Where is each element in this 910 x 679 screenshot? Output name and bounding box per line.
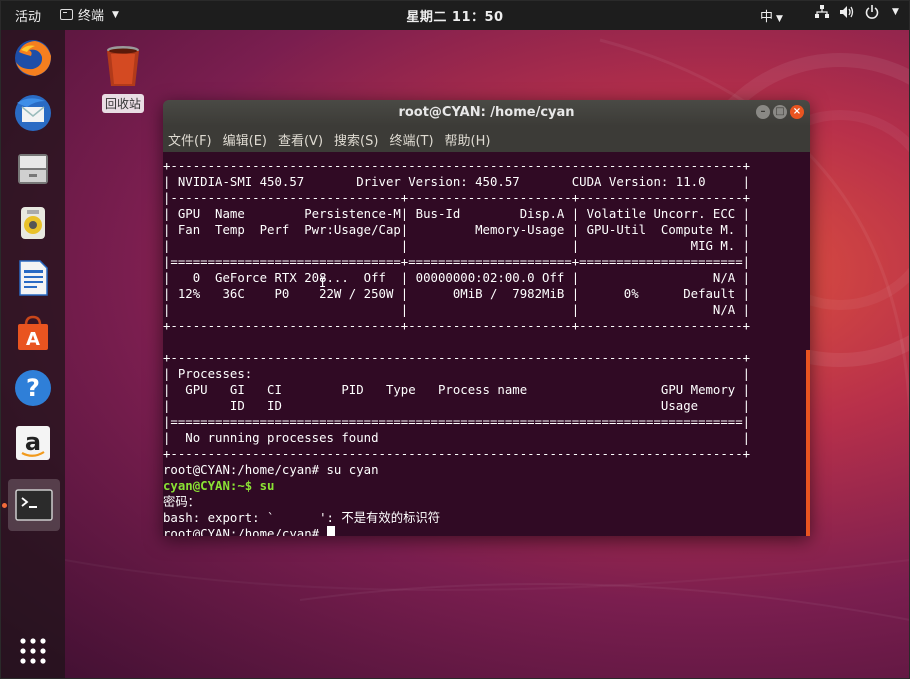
svg-text:a: a	[25, 428, 41, 456]
minimize-button[interactable]: –	[756, 105, 770, 119]
window-controls: – □ ×	[756, 105, 804, 119]
terminal-user-prompt: cyan@CYAN:~$ su	[163, 479, 275, 493]
thunderbird-icon	[15, 95, 51, 131]
files-icon	[18, 154, 48, 184]
help-icon: ?	[15, 370, 51, 406]
desktop-trash[interactable]: 回收站	[98, 44, 148, 113]
window-title: root@CYAN: /home/cyan	[398, 105, 575, 120]
chevron-down-icon: ▼	[776, 14, 783, 24]
dock-thunderbird[interactable]	[10, 90, 56, 136]
terminal-line: | GPU Name Persistence-M| Bus-Id Disp.A …	[163, 207, 751, 221]
terminal-scrollbar[interactable]	[806, 350, 810, 536]
dock-show-applications[interactable]	[10, 628, 56, 674]
terminal-window[interactable]: root@CYAN: /home/cyan – □ × 文件(F) 编辑(E) …	[163, 100, 810, 536]
terminal-line: | ID ID Usage |	[163, 399, 751, 413]
terminal-line: | Processes: |	[163, 367, 751, 381]
terminal-line: |===============================+=======…	[163, 255, 751, 269]
terminal-icon	[15, 489, 53, 521]
menu-search[interactable]: 搜索(S)	[334, 130, 378, 149]
input-method-label: 中	[760, 10, 774, 25]
dock-files[interactable]	[10, 145, 56, 191]
terminal-line: +-------------------------------+-------…	[163, 319, 751, 333]
amazon-icon: a	[16, 426, 50, 460]
power-icon	[865, 5, 879, 19]
chevron-down-icon: ▼	[892, 7, 899, 17]
trash-label: 回收站	[101, 94, 144, 113]
menu-help[interactable]: 帮助(H)	[445, 130, 491, 149]
maximize-button[interactable]: □	[773, 105, 787, 119]
menu-terminal[interactable]: 终端(T)	[389, 130, 433, 149]
dock-libreoffice-writer[interactable]	[10, 255, 56, 301]
dock-amazon[interactable]: a	[10, 420, 56, 466]
ibeam-cursor-icon: I	[319, 276, 327, 290]
terminal-line: |=======================================…	[163, 415, 751, 429]
menu-file[interactable]: 文件(F)	[168, 130, 212, 149]
terminal-line: | Fan Temp Perf Pwr:Usage/Cap| Memory-Us…	[163, 223, 751, 237]
terminal-line: | No running processes found |	[163, 431, 751, 445]
top-bar: 活动 终端 ▼ 星期二 11：50 中 ▼ ▼	[0, 0, 910, 30]
terminal-line: +---------------------------------------…	[163, 351, 751, 365]
libreoffice-writer-icon	[19, 260, 48, 296]
terminal-final-prompt: root@CYAN:/home/cyan#	[163, 527, 327, 536]
dock: A ? a	[0, 30, 65, 679]
terminal-line: | | | N/A |	[163, 303, 751, 317]
terminal-line: | GPU GI CI PID Type Process name GPU Me…	[163, 383, 751, 397]
terminal-output[interactable]: +---------------------------------------…	[163, 152, 810, 536]
terminal-line: +---------------------------------------…	[163, 159, 751, 173]
terminal-line: +---------------------------------------…	[163, 447, 751, 461]
dock-terminal[interactable]	[8, 479, 60, 531]
terminal-line: |-------------------------------+-------…	[163, 191, 751, 205]
dock-rhythmbox[interactable]	[10, 200, 56, 246]
menu-edit[interactable]: 编辑(E)	[223, 130, 267, 149]
terminal-line: root@CYAN:/home/cyan# su cyan	[163, 463, 379, 477]
rhythmbox-icon	[21, 207, 45, 239]
svg-text:?: ?	[26, 374, 40, 402]
close-button[interactable]: ×	[790, 105, 804, 119]
terminal-line: | | | MIG M. |	[163, 239, 751, 253]
volume-icon	[840, 6, 854, 18]
text-cursor	[326, 526, 335, 536]
svg-text:A: A	[26, 329, 40, 350]
window-titlebar[interactable]: root@CYAN: /home/cyan – □ ×	[163, 100, 810, 126]
running-indicator	[2, 503, 7, 508]
terminal-line: | NVIDIA-SMI 450.57 Driver Version: 450.…	[163, 175, 751, 189]
network-icon	[815, 5, 829, 18]
menubar: 文件(F) 编辑(E) 查看(V) 搜索(S) 终端(T) 帮助(H)	[163, 126, 810, 152]
terminal-password-line: 密码：	[163, 495, 201, 509]
firefox-icon	[15, 40, 51, 76]
dock-help[interactable]: ?	[10, 365, 56, 411]
input-method-menu[interactable]: 中 ▼	[760, 6, 783, 25]
dock-software-center[interactable]: A	[10, 310, 56, 356]
terminal-line: | 0 GeForce RTX 208... Off | 00000000:02…	[163, 271, 751, 285]
terminal-final-line: root@CYAN:/home/cyan#	[163, 526, 810, 536]
dock-firefox[interactable]	[10, 35, 56, 81]
terminal-error-line: bash: export: ` ': 不是有效的标识符	[163, 511, 441, 525]
show-applications-icon	[20, 638, 46, 664]
terminal-line: | 12% 36C P0 22W / 250W | 0MiB / 7982MiB…	[163, 287, 751, 301]
software-center-icon: A	[18, 315, 48, 350]
terminal-lines: +---------------------------------------…	[163, 158, 810, 478]
system-tray[interactable]: ▼	[815, 5, 899, 19]
menu-view[interactable]: 查看(V)	[278, 130, 323, 149]
trash-icon	[107, 46, 139, 86]
